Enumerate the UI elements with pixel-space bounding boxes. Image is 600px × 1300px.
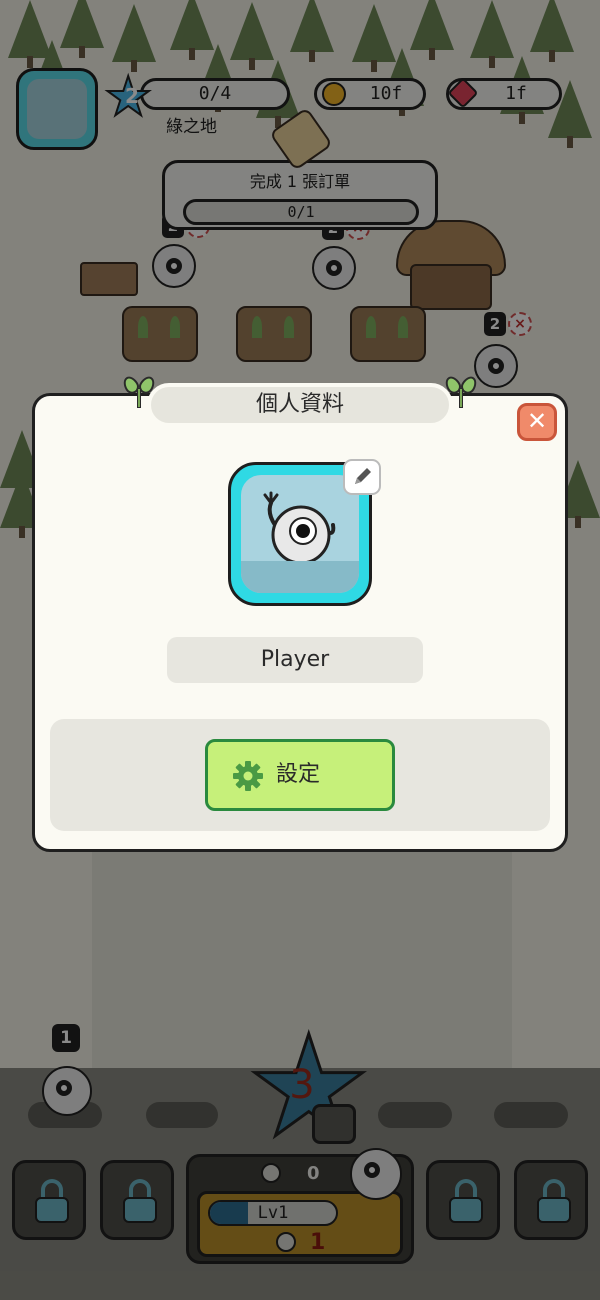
dialog-title: 個人資料 <box>147 383 453 427</box>
gear-icon <box>233 761 263 791</box>
close-icon: ✕ <box>526 407 548 435</box>
settings-label: 設定 <box>276 762 321 787</box>
player-name-field[interactable]: Player <box>167 637 423 683</box>
settings-button[interactable]: 設定 <box>205 739 395 811</box>
pencil-icon <box>355 468 371 484</box>
close-button[interactable]: ✕ <box>517 403 557 441</box>
edit-avatar-button[interactable] <box>343 459 381 495</box>
